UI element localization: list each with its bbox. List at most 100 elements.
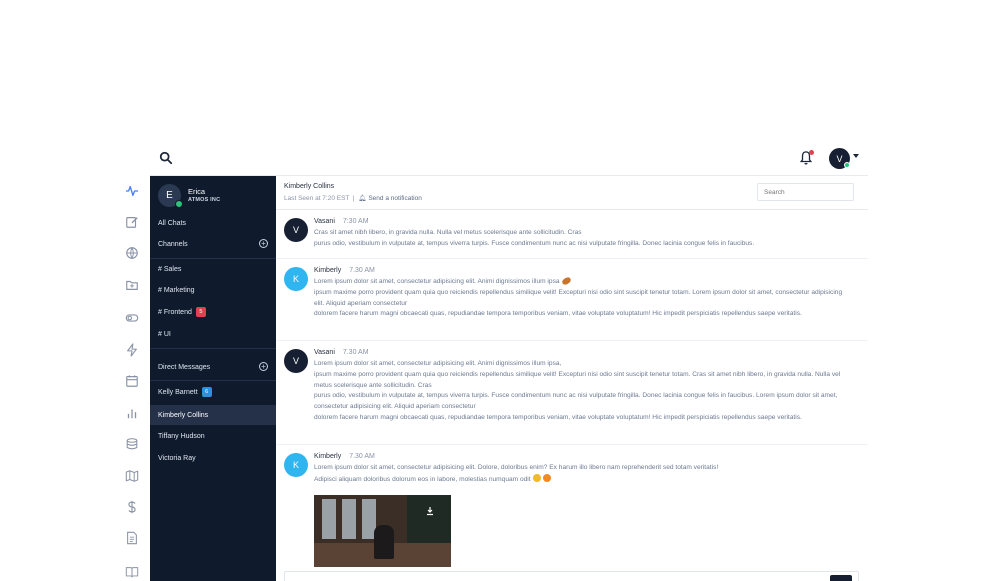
message-body: Lorem ipsum dolor sit amet, consectetur …	[314, 359, 854, 424]
message-meta: Kimberly 7.30 AM	[314, 453, 375, 460]
message-line: Lorem ipsum dolor sit amet, consectetur …	[314, 464, 719, 471]
message-composer[interactable]	[284, 571, 859, 581]
sidebar-item-all-chats[interactable]: All Chats	[150, 213, 276, 233]
message-line: ipsum maxime porro provident quam quia q…	[314, 288, 843, 307]
sidebar-item-label: # Frontend	[158, 308, 192, 316]
section-label: Direct Messages	[158, 363, 211, 371]
profile-name: Erica	[188, 187, 206, 196]
channels-header: Channels +	[150, 235, 276, 253]
message-meta: Vasani 7.30 AM	[314, 349, 369, 356]
bar-chart-icon[interactable]	[123, 404, 141, 422]
message-line: dolorem facere harum magni obcaecati qua…	[314, 413, 802, 421]
profile-company: ATMOS INC	[188, 197, 221, 203]
message-line: Lorem ipsum dolor sit amet, consectetur …	[314, 360, 562, 367]
book-icon[interactable]	[123, 563, 141, 581]
sidebar-item-ui[interactable]: # UI	[150, 324, 276, 344]
divider	[150, 380, 276, 381]
last-seen-status: Last Seen at 7:20 EST | 🔔︎ Send a notifi…	[284, 194, 422, 202]
sidebar-item-label: All Chats	[158, 219, 187, 227]
sidebar-item-kelly-barnett[interactable]: Kelly Barnett 6	[150, 382, 276, 402]
notification-dot	[809, 150, 814, 155]
message-author: Kimberly	[314, 267, 342, 274]
attached-image[interactable]	[314, 495, 451, 567]
message-item: V Vasani 7:30 AM Cras sit amet nibh libe…	[276, 210, 868, 259]
message-time: 7.30 AM	[349, 453, 375, 460]
message-meta: Kimberly 7.30 AM	[314, 267, 375, 274]
message-body: Cras sit amet nibh libero, in gravida nu…	[314, 228, 854, 250]
sidebar-item-label: # UI	[158, 330, 171, 338]
chevron-down-icon[interactable]	[853, 154, 859, 158]
message-body: Lorem ipsum dolor sit amet, consectetur …	[314, 276, 854, 320]
avatar[interactable]: V	[284, 218, 308, 242]
message-meta: Vasani 7:30 AM	[314, 218, 369, 225]
add-channel-icon[interactable]: +	[259, 239, 268, 248]
sidebar-item-label: # Sales	[158, 265, 182, 273]
heart-eyes-emoji-icon	[542, 473, 551, 482]
divider	[150, 348, 276, 349]
bell-icon: 🔔︎	[358, 195, 367, 202]
unread-badge: 5	[195, 307, 206, 317]
add-dm-icon[interactable]: +	[259, 362, 268, 371]
message-line: purus odio, vestibulum in vulputate at, …	[314, 392, 838, 411]
database-icon[interactable]	[123, 435, 141, 453]
toggle-icon[interactable]	[123, 309, 141, 327]
message-line-text: Adipisci aliquam doloribus dolorum eos i…	[314, 475, 531, 483]
avatar[interactable]: K	[284, 267, 308, 291]
message-line: Adipisci aliquam doloribus dolorum eos i…	[314, 473, 854, 486]
message-line-text: Lorem ipsum dolor sit amet, consectetur …	[314, 278, 560, 285]
image-detail	[342, 499, 356, 539]
edit-icon[interactable]	[123, 213, 141, 231]
sidebar-item-label: Victoria Ray	[158, 454, 196, 462]
message-item: K Kimberly 7.30 AM Lorem ipsum dolor sit…	[276, 259, 868, 341]
send-notification-link[interactable]: 🔔︎ Send a notification	[358, 195, 422, 202]
avatar[interactable]: K	[284, 453, 308, 477]
search-icon[interactable]	[159, 151, 173, 165]
message-line: ipsum maxime porro provident quam quia q…	[314, 370, 841, 389]
message-item: V Vasani 7.30 AM Lorem ipsum dolor sit a…	[276, 341, 868, 445]
avatar[interactable]: V	[284, 349, 308, 373]
conversation-title: Kimberly Collins	[284, 183, 335, 190]
folder-icon[interactable]	[123, 276, 141, 294]
file-icon[interactable]	[123, 529, 141, 547]
message-author: Vasani	[314, 218, 335, 225]
football-emoji-icon	[560, 276, 572, 286]
message-list: V Vasani 7:30 AM Cras sit amet nibh libe…	[276, 210, 868, 581]
sidebar-item-frontend[interactable]: # Frontend 5	[150, 302, 276, 322]
send-button[interactable]	[830, 575, 852, 581]
section-label: Channels	[158, 240, 188, 248]
calendar-icon[interactable]	[123, 372, 141, 390]
globe-icon[interactable]	[123, 244, 141, 262]
sidebar-item-sales[interactable]: # Sales	[150, 259, 276, 279]
lightning-icon[interactable]	[123, 341, 141, 359]
send-notification-label: Send a notification	[368, 195, 422, 202]
message-body: Lorem ipsum dolor sit amet, consectetur …	[314, 463, 854, 486]
message-time: 7.30 AM	[342, 349, 369, 356]
message-time: 7:30 AM	[342, 218, 369, 225]
sidebar-item-kimberly-collins[interactable]: Kimberly Collins	[150, 405, 276, 425]
message-author: Kimberly	[314, 453, 342, 460]
message-time: 7.30 AM	[349, 267, 375, 274]
image-detail	[374, 525, 394, 559]
message-item: K Kimberly 7.30 AM Lorem ipsum dolor sit…	[276, 445, 868, 581]
sidebar-item-marketing[interactable]: # Marketing	[150, 280, 276, 300]
sidebar-item-victoria-ray[interactable]: Victoria Ray	[150, 448, 276, 468]
last-seen-text: Last Seen at 7:20 EST	[284, 195, 350, 202]
sidebar-item-label: Kimberly Collins	[158, 411, 209, 419]
conversation-search-input[interactable]	[757, 183, 854, 201]
grin-emoji-icon	[532, 473, 541, 482]
conversation-header: Kimberly Collins Last Seen at 7:20 EST |…	[276, 176, 868, 210]
separator: |	[352, 195, 355, 202]
download-icon[interactable]	[425, 503, 435, 516]
activity-icon[interactable]	[123, 182, 141, 200]
sidebar-item-tiffany-hudson[interactable]: Tiffany Hudson	[150, 426, 276, 446]
dollar-icon[interactable]	[123, 498, 141, 516]
unread-badge: 6	[201, 387, 212, 397]
icon-rail	[114, 176, 150, 581]
map-icon[interactable]	[123, 467, 141, 485]
message-line: Cras sit amet nibh libero, in gravida nu…	[314, 229, 582, 236]
message-line: dolorem facere harum magni obcaecati qua…	[314, 310, 802, 318]
online-indicator	[844, 162, 850, 168]
chat-sidebar: E Erica ATMOS INC All Chats Channels + #…	[150, 176, 276, 581]
message-author: Vasani	[314, 349, 335, 356]
image-detail	[322, 499, 336, 539]
